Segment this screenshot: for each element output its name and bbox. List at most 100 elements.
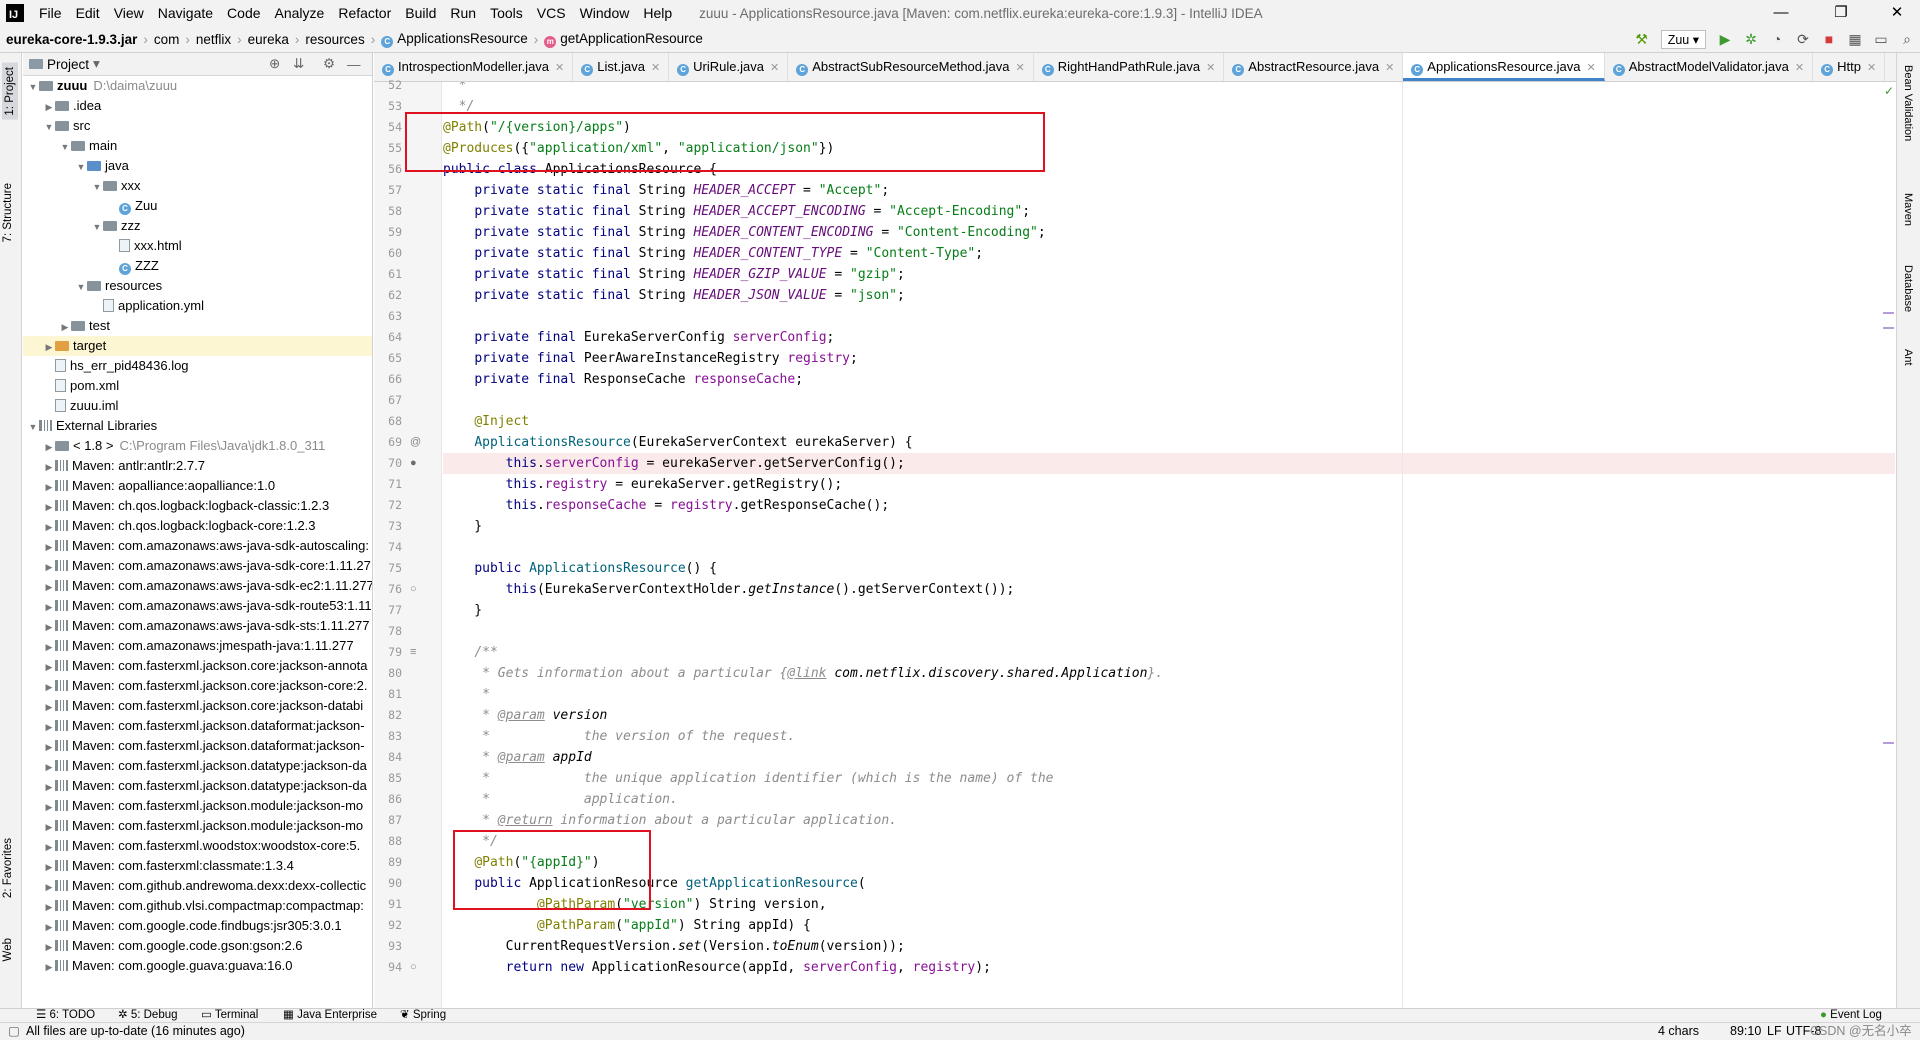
tree-expand-arrow-icon[interactable]: ▼ <box>91 217 103 237</box>
tree-expand-arrow-icon[interactable]: ▶ <box>43 437 55 457</box>
close-tab-icon[interactable]: ✕ <box>1015 62 1024 74</box>
menu-window[interactable]: Window <box>573 0 637 26</box>
code-line[interactable]: @PathParam("version") String version, <box>443 894 1895 915</box>
project-tree-node[interactable]: application.yml <box>23 296 372 316</box>
project-tree-node[interactable]: ▶ < 1.8 > C:\Program Files\Java\jdk1.8.0_3… <box>23 436 372 457</box>
line-number[interactable]: 91 <box>374 894 402 915</box>
code-line[interactable]: private static final String HEADER_JSON_… <box>443 285 1895 306</box>
line-number[interactable]: 55 <box>374 138 402 159</box>
line-number[interactable]: 88 <box>374 831 402 852</box>
project-tree-node[interactable]: ▶ .idea <box>23 96 372 117</box>
project-tree-node[interactable]: ▶ test <box>23 316 372 336</box>
line-number[interactable]: 62 <box>374 285 402 306</box>
tree-expand-arrow-icon[interactable]: ▼ <box>27 417 39 437</box>
tree-expand-arrow-icon[interactable]: ▶ <box>43 717 55 737</box>
project-tree-node[interactable]: ▶ Maven: com.google.code.gson:gson:2.6 <box>23 936 372 957</box>
code-line[interactable]: * @param appId <box>443 747 1895 768</box>
line-number[interactable]: 93 <box>374 936 402 957</box>
tree-expand-arrow-icon[interactable]: ▶ <box>43 937 55 957</box>
editor-tab[interactable]: C IntrospectionModeller.java ✕ <box>374 53 574 81</box>
tree-expand-arrow-icon[interactable]: ▶ <box>43 737 55 757</box>
line-number[interactable]: 60 <box>374 243 402 264</box>
line-number[interactable]: 82 <box>374 705 402 726</box>
implemented-icon[interactable]: ○ <box>410 579 417 600</box>
project-tree-node[interactable]: ▶ Maven: com.google.guava:guava:16.0 <box>23 956 372 976</box>
line-number[interactable]: 77 <box>374 600 402 621</box>
search-everywhere-icon[interactable]: ⌕ <box>1894 31 1920 48</box>
event-log-toolwindow-tab[interactable]: ● Event Log <box>1820 1008 1882 1023</box>
close-tab-icon[interactable]: ✕ <box>555 62 564 74</box>
code-line[interactable]: ApplicationsResource(EurekaServerContext… <box>443 432 1895 453</box>
project-tree-node[interactable]: ▶ Maven: com.fasterxml.jackson.datatype:j… <box>23 776 372 796</box>
status-toggle-icon[interactable]: ▢ <box>8 1023 20 1040</box>
line-separator[interactable]: LF <box>1767 1023 1782 1040</box>
menu-file[interactable]: File <box>32 0 69 26</box>
breadcrumb-com[interactable]: com <box>148 32 186 47</box>
menu-run[interactable]: Run <box>443 0 483 26</box>
project-tree-node[interactable]: ▶ Maven: antlr:antlr:2.7.7 <box>23 456 372 477</box>
code-line[interactable]: * <box>443 82 1895 96</box>
project-tree-node[interactable]: ▶ target <box>23 336 372 356</box>
code-line[interactable]: CurrentRequestVersion.set(Version.toEnum… <box>443 936 1895 957</box>
line-number[interactable]: 59 <box>374 222 402 243</box>
close-tab-icon[interactable]: ✕ <box>1867 62 1876 74</box>
tree-expand-arrow-icon[interactable]: ▶ <box>43 457 55 477</box>
project-tree-node[interactable]: ▼ java <box>23 156 372 177</box>
java-enterprise-toolwindow-tab[interactable]: ▦ Java Enterprise <box>283 1008 377 1023</box>
line-number[interactable]: 78 <box>374 621 402 642</box>
project-tree-node[interactable]: ▼ xxx <box>23 176 372 196</box>
menu-vcs[interactable]: VCS <box>530 0 573 26</box>
hide-icon[interactable]: — <box>347 57 361 72</box>
breadcrumb-resources[interactable]: resources <box>299 32 370 47</box>
maximize-button[interactable]: ❐ <box>1818 0 1864 26</box>
tree-expand-arrow-icon[interactable]: ▶ <box>43 517 55 537</box>
tree-expand-arrow-icon[interactable]: ▶ <box>43 757 55 777</box>
code-line[interactable]: this.registry = eurekaServer.getRegistry… <box>443 474 1895 495</box>
code-line[interactable]: return new ApplicationResource(appId, se… <box>443 957 1895 978</box>
project-tree-node[interactable]: xxx.html <box>23 236 372 256</box>
line-number[interactable]: 94 <box>374 957 402 978</box>
menu-refactor[interactable]: Refactor <box>331 0 398 26</box>
line-number[interactable]: 79 <box>374 642 402 663</box>
stop-icon[interactable]: ■ <box>1816 31 1842 47</box>
code-line[interactable]: * <box>443 684 1895 705</box>
tree-expand-arrow-icon[interactable]: ▶ <box>43 557 55 577</box>
project-tree-node[interactable]: ▶ Maven: com.fasterxml.jackson.module:jac… <box>23 796 372 816</box>
line-number[interactable]: 84 <box>374 747 402 768</box>
code-line[interactable]: * @param version <box>443 705 1895 726</box>
project-tree-node[interactable]: ▼ zuuu D:\daima\zuuu <box>23 76 372 96</box>
code-line[interactable]: @Path("{appId}") <box>443 852 1895 873</box>
editor-tab[interactable]: C AbstractSubResourceMethod.java ✕ <box>788 53 1034 81</box>
tree-expand-arrow-icon[interactable]: ▶ <box>43 597 55 617</box>
layout-icon[interactable]: ▭ <box>1868 31 1894 48</box>
menu-help[interactable]: Help <box>636 0 679 26</box>
project-tree-node[interactable]: ▶ Maven: ch.qos.logback:logback-classic:1… <box>23 496 372 516</box>
close-tab-icon[interactable]: ✕ <box>1206 62 1215 74</box>
line-number[interactable]: 75 <box>374 558 402 579</box>
project-tree-node[interactable]: ▼ resources <box>23 276 372 296</box>
line-number[interactable]: 74 <box>374 537 402 558</box>
tree-expand-arrow-icon[interactable]: ▼ <box>43 117 55 137</box>
tree-expand-arrow-icon[interactable]: ▼ <box>59 137 71 157</box>
line-number[interactable]: 83 <box>374 726 402 747</box>
coverage-icon[interactable]: ◔ <box>1764 31 1790 47</box>
tree-expand-arrow-icon[interactable]: ▶ <box>43 617 55 637</box>
menu-edit[interactable]: Edit <box>69 0 107 26</box>
line-number[interactable]: 56 <box>374 159 402 180</box>
chevron-down-icon[interactable]: ▾ <box>93 56 100 72</box>
editor-tab[interactable]: C AbstractModelValidator.java ✕ <box>1605 53 1814 81</box>
line-number[interactable]: 58 <box>374 201 402 222</box>
tree-expand-arrow-icon[interactable]: ▼ <box>75 157 87 177</box>
line-number[interactable]: 92 <box>374 915 402 936</box>
line-number[interactable]: 73 <box>374 516 402 537</box>
code-line[interactable]: * the unique application identifier (whi… <box>443 768 1895 789</box>
favorites-toolwindow-tab[interactable]: 2: Favorites <box>2 838 14 898</box>
line-number[interactable]: 53 <box>374 96 402 117</box>
code-line[interactable]: } <box>443 516 1895 537</box>
code-line[interactable] <box>443 306 1895 327</box>
tree-expand-arrow-icon[interactable]: ▶ <box>43 97 55 117</box>
project-tree-node[interactable]: ▶ Maven: com.google.code.findbugs:jsr305:… <box>23 916 372 936</box>
close-tab-icon[interactable]: ✕ <box>770 62 779 74</box>
project-tree-node[interactable]: ▶ Maven: com.amazonaws:jmespath-java:1.11… <box>23 636 372 656</box>
structure-toolwindow-tab[interactable]: 7: Structure <box>2 183 14 242</box>
